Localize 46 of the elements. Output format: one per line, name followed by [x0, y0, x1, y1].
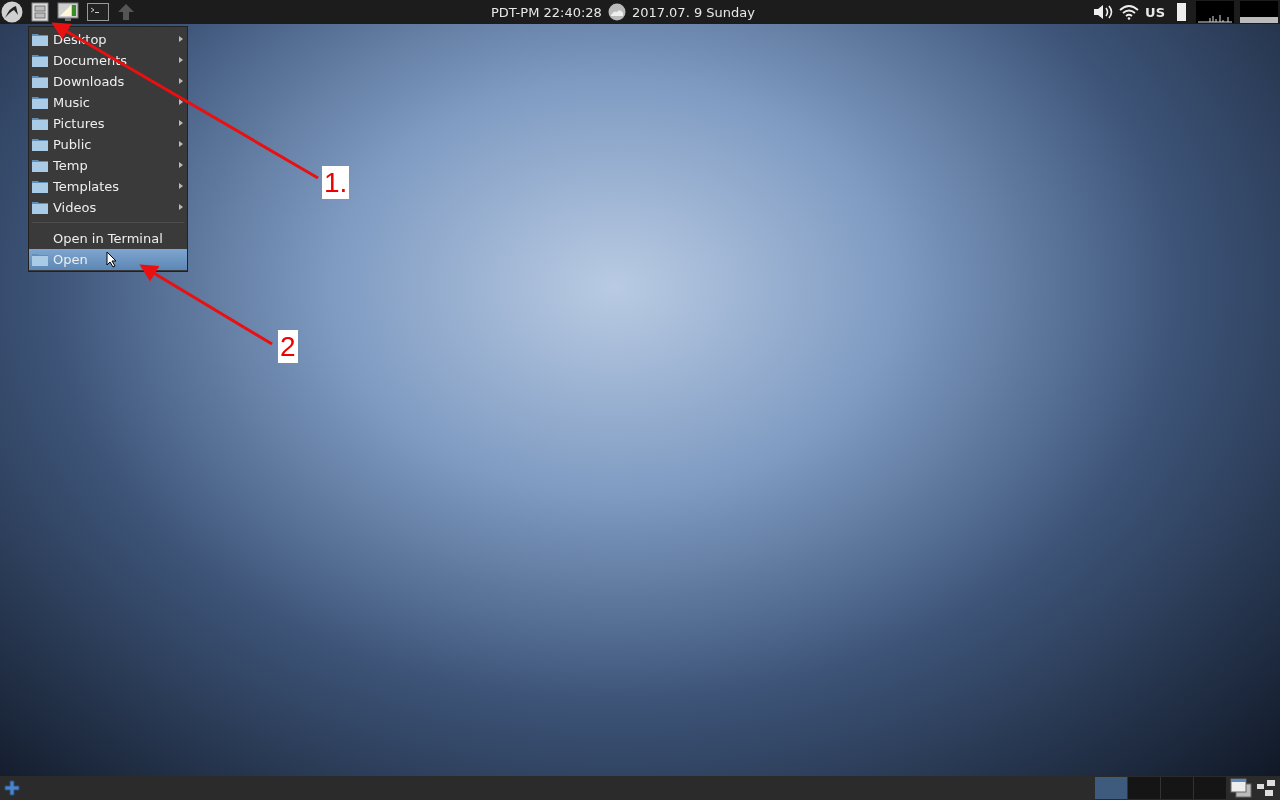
window-layout-icon[interactable] [1256, 779, 1276, 797]
folder-icon [32, 75, 48, 88]
menu-item[interactable]: Templates [29, 176, 187, 197]
folder-icon [32, 159, 48, 172]
add-icon[interactable] [4, 780, 20, 796]
monitor-icon[interactable] [57, 2, 79, 22]
submenu-arrow-icon [179, 78, 183, 84]
terminal-icon[interactable] [87, 3, 109, 21]
annotation-label: 1. [322, 166, 350, 199]
battery-indicator [1177, 3, 1186, 21]
folder-icon [32, 54, 48, 67]
folder-icon [32, 33, 48, 46]
memory-graph [1240, 1, 1278, 23]
menu-item[interactable]: Open in Terminal [29, 228, 187, 249]
submenu-arrow-icon [179, 204, 183, 210]
menu-item[interactable]: Public [29, 134, 187, 155]
folder-icon [32, 96, 48, 109]
cpu-graph [1196, 1, 1234, 23]
folder-icon [32, 201, 48, 214]
file-cabinet-icon[interactable] [31, 2, 49, 22]
mouse-pointer-icon [106, 251, 117, 268]
windows-icon[interactable] [1230, 778, 1252, 798]
wifi-icon[interactable] [1119, 4, 1140, 20]
menu-item[interactable]: Temp [29, 155, 187, 176]
submenu-arrow-icon [179, 162, 183, 168]
volume-icon[interactable] [1093, 4, 1114, 20]
menu-item[interactable]: Downloads [29, 71, 187, 92]
folder-icon [32, 138, 48, 151]
folder-icon [32, 117, 48, 130]
annotation-label: 2 [278, 330, 298, 363]
menu-item[interactable]: Pictures [29, 113, 187, 134]
logo-icon[interactable] [1, 1, 23, 23]
folder-icon [32, 180, 48, 193]
date-text: 2017.07. 9 Sunday [631, 4, 755, 20]
weather-icon [607, 3, 626, 21]
menu-item[interactable]: Videos [29, 197, 187, 218]
submenu-arrow-icon [179, 57, 183, 63]
submenu-arrow-icon [179, 120, 183, 126]
submenu-arrow-icon [179, 99, 183, 105]
folder-icon [32, 253, 48, 266]
menu-item[interactable]: Music [29, 92, 187, 113]
keyboard-layout-indicator[interactable]: US [1145, 4, 1165, 20]
submenu-arrow-icon [179, 183, 183, 189]
submenu-arrow-icon [179, 36, 183, 42]
clock-text: PDT-PM 22:40:28 [491, 4, 602, 20]
submenu-arrow-icon [179, 141, 183, 147]
